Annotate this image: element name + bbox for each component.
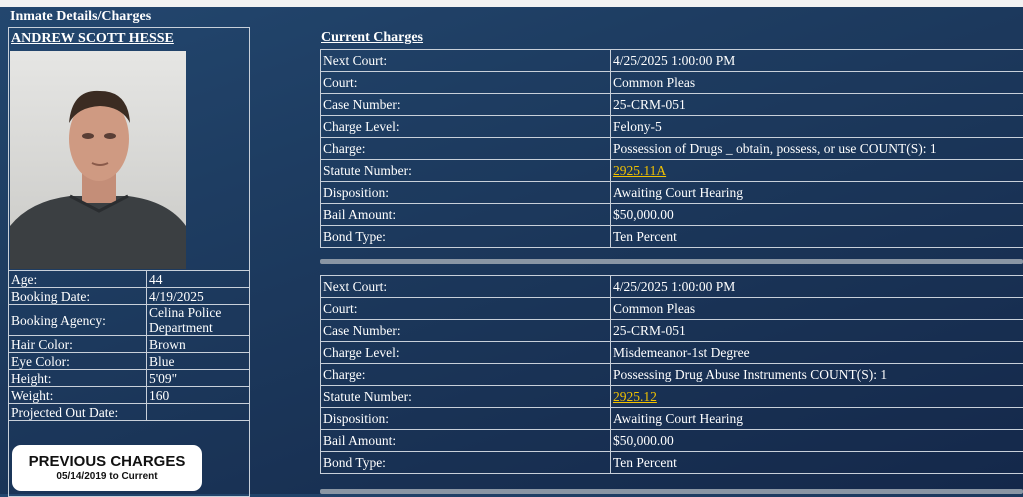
- charge-value: $50,000.00: [611, 204, 1023, 226]
- detail-value: [147, 404, 250, 421]
- charge-row: Next Court:4/25/2025 1:00:00 PM: [321, 276, 1023, 298]
- detail-row-weight: Weight: 160: [9, 387, 250, 404]
- previous-charges-title: PREVIOUS CHARGES: [12, 453, 202, 470]
- detail-label: Age:: [9, 271, 147, 288]
- current-charges-title: Current Charges: [321, 30, 423, 46]
- charge-row: Case Number:25-CRM-051: [321, 94, 1023, 116]
- charge-value: Awaiting Court Hearing: [611, 408, 1023, 430]
- charge-label: Bail Amount:: [321, 204, 611, 226]
- charge-row: Bail Amount:$50,000.00: [321, 204, 1023, 226]
- detail-row-hair-color: Hair Color: Brown: [9, 336, 250, 353]
- detail-row-booking-date: Booking Date: 4/19/2025: [9, 288, 250, 305]
- charge-row: Charge:Possessing Drug Abuse Instruments…: [321, 364, 1023, 386]
- detail-value: 4/19/2025: [147, 288, 250, 305]
- charge-value: 25-CRM-051: [611, 320, 1023, 342]
- charge-label: Bail Amount:: [321, 430, 611, 452]
- detail-value: Blue: [147, 353, 250, 370]
- detail-label: Weight:: [9, 387, 147, 404]
- charge-row: Disposition:Awaiting Court Hearing: [321, 182, 1023, 204]
- charge-value: Ten Percent: [611, 226, 1023, 248]
- charge-label: Court:: [321, 298, 611, 320]
- charge-row: Charge:Possession of Drugs _ obtain, pos…: [321, 138, 1023, 160]
- detail-value: 5'09": [147, 370, 250, 387]
- charge-value: Awaiting Court Hearing: [611, 182, 1023, 204]
- charge-row: Bail Amount:$50,000.00: [321, 430, 1023, 452]
- charge-row: Charge Level:Misdemeanor-1st Degree: [321, 342, 1023, 364]
- charge-label: Statute Number:: [321, 386, 611, 408]
- charge-label: Court:: [321, 72, 611, 94]
- charge-label: Case Number:: [321, 320, 611, 342]
- inmate-details-table: Age: 44 Booking Date: 4/19/2025 Booking …: [8, 270, 250, 421]
- charge-separator: [320, 489, 1023, 494]
- charge-row: Disposition:Awaiting Court Hearing: [321, 408, 1023, 430]
- charge-label: Next Court:: [321, 50, 611, 72]
- charge-label: Disposition:: [321, 408, 611, 430]
- charge-label: Disposition:: [321, 182, 611, 204]
- charge-label: Charge:: [321, 364, 611, 386]
- detail-label: Hair Color:: [9, 336, 147, 353]
- charge-value: Ten Percent: [611, 452, 1023, 474]
- mugshot-photo: [10, 51, 186, 269]
- charge-label: Bond Type:: [321, 226, 611, 248]
- charge-value: Common Pleas: [611, 72, 1023, 94]
- charge-table-1: Next Court:4/25/2025 1:00:00 PM Court:Co…: [320, 49, 1023, 248]
- charge-row: Charge Level:Felony-5: [321, 116, 1023, 138]
- charge-separator: [320, 259, 1023, 264]
- charge-value: 2925.11A: [611, 160, 1023, 182]
- charge-row: Court:Common Pleas: [321, 298, 1023, 320]
- detail-label: Booking Agency:: [9, 305, 147, 336]
- charge-row: Case Number:25-CRM-051: [321, 320, 1023, 342]
- detail-row-height: Height: 5'09": [9, 370, 250, 387]
- previous-charges-button[interactable]: PREVIOUS CHARGES 05/14/2019 to Current: [12, 445, 202, 491]
- detail-value: 160: [147, 387, 250, 404]
- charge-label: Charge Level:: [321, 116, 611, 138]
- detail-value: Brown: [147, 336, 250, 353]
- detail-value: Celina Police Department: [147, 305, 250, 336]
- charge-value: Felony-5: [611, 116, 1023, 138]
- previous-charges-date-range: 05/14/2019 to Current: [12, 470, 202, 484]
- charge-value: Possession of Drugs _ obtain, possess, o…: [611, 138, 1023, 160]
- statute-link[interactable]: 2925.11A: [613, 163, 666, 178]
- detail-label: Eye Color:: [9, 353, 147, 370]
- inmate-name: ANDREW SCOTT HESSE: [11, 31, 174, 47]
- charge-value: 4/25/2025 1:00:00 PM: [611, 276, 1023, 298]
- charge-value: 4/25/2025 1:00:00 PM: [611, 50, 1023, 72]
- charge-label: Statute Number:: [321, 160, 611, 182]
- detail-label: Projected Out Date:: [9, 404, 147, 421]
- statute-link[interactable]: 2925.12: [613, 389, 657, 404]
- charge-value: 2925.12: [611, 386, 1023, 408]
- top-bar: [0, 0, 1023, 7]
- charge-value: Possessing Drug Abuse Instruments COUNT(…: [611, 364, 1023, 386]
- charge-value: Misdemeanor-1st Degree: [611, 342, 1023, 364]
- detail-value: 44: [147, 271, 250, 288]
- charge-table-2: Next Court:4/25/2025 1:00:00 PM Court:Co…: [320, 275, 1023, 474]
- charge-value: Common Pleas: [611, 298, 1023, 320]
- charge-value: $50,000.00: [611, 430, 1023, 452]
- detail-label: Booking Date:: [9, 288, 147, 305]
- detail-row-age: Age: 44: [9, 271, 250, 288]
- detail-row-eye-color: Eye Color: Blue: [9, 353, 250, 370]
- charge-label: Next Court:: [321, 276, 611, 298]
- detail-label: Height:: [9, 370, 147, 387]
- charge-row: Bond Type:Ten Percent: [321, 452, 1023, 474]
- charge-row: Statute Number:2925.12: [321, 386, 1023, 408]
- charge-label: Charge Level:: [321, 342, 611, 364]
- detail-row-booking-agency: Booking Agency: Celina Police Department: [9, 305, 250, 336]
- charge-row: Bond Type:Ten Percent: [321, 226, 1023, 248]
- detail-row-projected-out-date: Projected Out Date:: [9, 404, 250, 421]
- charge-label: Bond Type:: [321, 452, 611, 474]
- charge-value: 25-CRM-051: [611, 94, 1023, 116]
- charge-label: Charge:: [321, 138, 611, 160]
- page-title: Inmate Details/Charges: [10, 8, 151, 25]
- charge-row: Next Court:4/25/2025 1:00:00 PM: [321, 50, 1023, 72]
- charge-label: Case Number:: [321, 94, 611, 116]
- charge-row: Statute Number:2925.11A: [321, 160, 1023, 182]
- charge-row: Court:Common Pleas: [321, 72, 1023, 94]
